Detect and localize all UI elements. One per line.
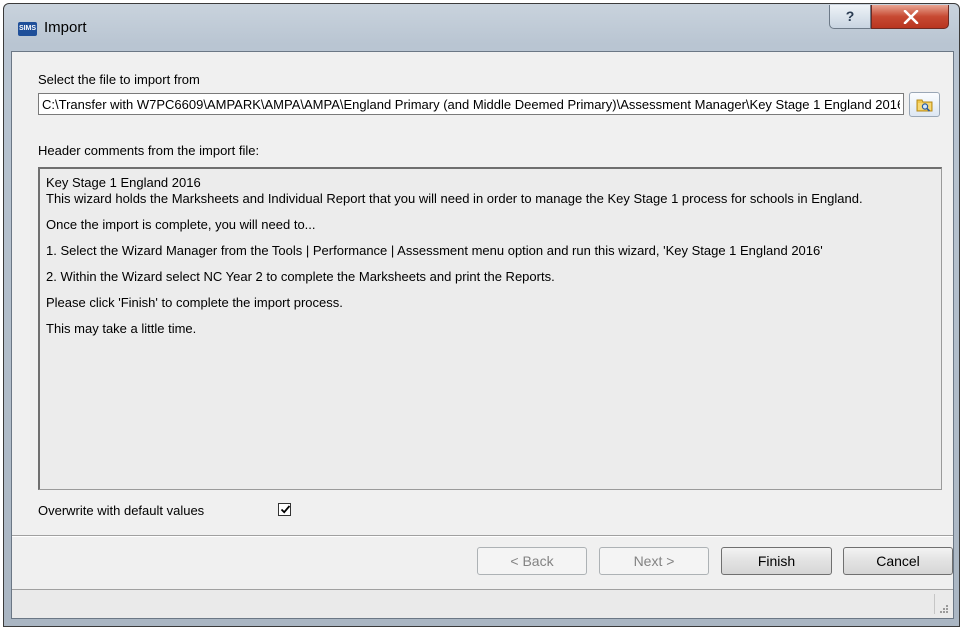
file-path-input[interactable] — [38, 93, 904, 115]
header-comments-box[interactable]: Key Stage 1 England 2016 This wizard hol… — [38, 167, 942, 490]
comments-step1: 1. Select the Wizard Manager from the To… — [46, 243, 823, 258]
cancel-button[interactable]: Cancel — [843, 547, 953, 575]
finish-button[interactable]: Finish — [721, 547, 832, 575]
close-button[interactable] — [871, 5, 949, 29]
comments-step2: 2. Within the Wizard select NC Year 2 to… — [46, 269, 555, 284]
overwrite-label: Overwrite with default values — [38, 503, 205, 518]
next-button[interactable]: Next > — [599, 547, 709, 575]
status-divider — [934, 594, 935, 614]
comments-once: Once the import is complete, you will ne… — [46, 217, 316, 232]
folder-search-icon — [916, 99, 933, 112]
import-dialog: SIMS Import ? Select the file to import … — [3, 3, 960, 627]
sims-app-icon: SIMS — [18, 22, 37, 36]
status-bar — [12, 589, 953, 618]
dialog-client-area: Select the file to import from Header co… — [11, 51, 954, 619]
checkmark-icon — [280, 505, 291, 514]
window-title: Import — [44, 19, 87, 36]
help-button[interactable]: ? — [829, 5, 871, 29]
overwrite-checkbox[interactable] — [278, 503, 291, 516]
comments-finish-note: Please click 'Finish' to complete the im… — [46, 295, 343, 310]
comments-intro: This wizard holds the Marksheets and Ind… — [46, 191, 863, 206]
select-file-label: Select the file to import from — [38, 72, 200, 87]
browse-button[interactable] — [909, 92, 940, 117]
title-bar[interactable]: SIMS Import ? — [4, 4, 959, 50]
back-button[interactable]: < Back — [477, 547, 587, 575]
help-icon: ? — [845, 8, 855, 24]
resize-grip-icon[interactable] — [939, 604, 949, 614]
comments-title-line: Key Stage 1 England 2016 — [46, 175, 201, 190]
comments-time-note: This may take a little time. — [46, 321, 197, 336]
close-icon — [903, 10, 919, 24]
header-comments-label: Header comments from the import file: — [38, 143, 260, 158]
